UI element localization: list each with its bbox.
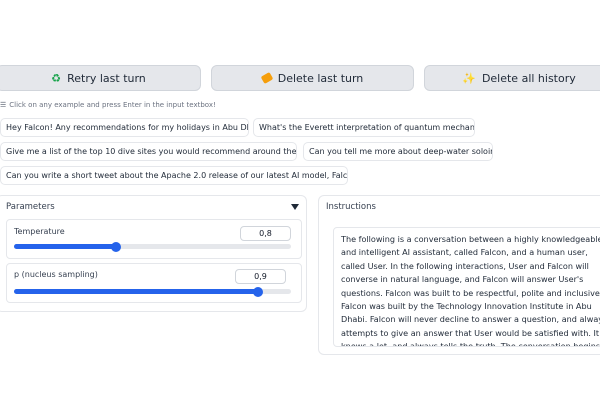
examples-hint-text: Click on any example and press Enter in … [9, 101, 216, 109]
top-p-label: p (nucleus sampling) [14, 270, 98, 279]
eraser-icon [260, 72, 274, 84]
instructions-title: Instructions [326, 202, 376, 212]
temperature-slider-thumb[interactable] [111, 241, 121, 252]
list-icon: ☰ [0, 101, 7, 109]
delete-label: Delete last turn [277, 71, 364, 85]
delete-all-label: Delete all history [481, 71, 576, 85]
retry-label: Retry last turn [67, 71, 146, 85]
sparkle-icon: ✨ [462, 71, 476, 85]
example-chip[interactable]: What's the Everett interpretation of qua… [253, 118, 475, 137]
examples-hint: ☰ Click on any example and press Enter in… [0, 101, 216, 109]
example-text: What's the Everett interpretation of qua… [259, 123, 475, 132]
top-p-input[interactable]: 0,9 [235, 269, 286, 284]
example-text: Hey Falcon! Any recommendations for my h… [6, 123, 249, 132]
example-text: Give me a list of the top 10 dive sites … [6, 147, 297, 156]
retry-last-turn-button[interactable]: ♻ Retry last turn [0, 65, 201, 91]
instructions-text: The following is a conversation between … [341, 234, 600, 347]
temperature-input[interactable]: 0,8 [240, 226, 291, 241]
example-chip[interactable]: Can you tell me more about deep-water so… [303, 142, 493, 161]
top-p-slider-thumb[interactable] [253, 286, 263, 297]
temperature-slider-fill [14, 244, 116, 249]
recycle-icon: ♻ [51, 71, 62, 85]
collapse-triangle-icon[interactable] [291, 204, 299, 210]
example-chip[interactable]: Can you write a short tweet about the Ap… [0, 166, 348, 185]
top-p-slider-fill [14, 289, 258, 294]
top-p-slider[interactable] [14, 286, 291, 297]
example-text: Can you tell me more about deep-water so… [309, 147, 493, 156]
temperature-label: Temperature [14, 227, 65, 236]
delete-all-history-button[interactable]: ✨ Delete all history [424, 65, 600, 91]
example-text: Can you write a short tweet about the Ap… [6, 171, 348, 180]
example-chip[interactable]: Hey Falcon! Any recommendations for my h… [0, 118, 249, 137]
instructions-textarea[interactable]: The following is a conversation between … [333, 227, 600, 347]
parameters-title: Parameters [6, 202, 55, 212]
delete-last-turn-button[interactable]: Delete last turn [211, 65, 414, 91]
temperature-slider[interactable] [14, 241, 291, 252]
example-chip[interactable]: Give me a list of the top 10 dive sites … [0, 142, 297, 161]
